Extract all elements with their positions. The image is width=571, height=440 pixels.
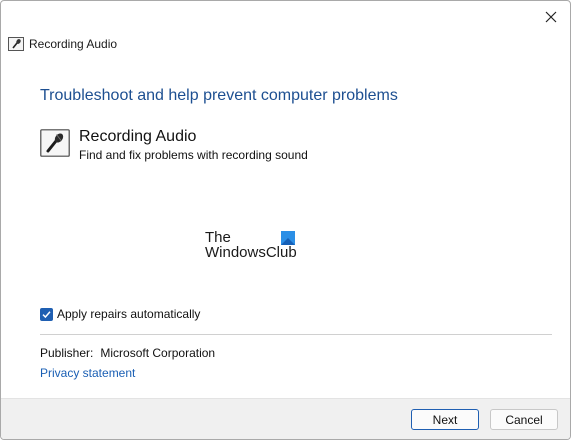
watermark-line2: WindowsClub — [205, 244, 297, 261]
watermark-logo: The WindowsClub — [205, 229, 301, 263]
publisher-label: Publisher: — [40, 346, 94, 360]
troubleshooter-description: Find and fix problems with recording sou… — [79, 148, 308, 162]
divider — [40, 334, 552, 335]
publisher-info: Publisher: Microsoft Corporation — [40, 346, 215, 360]
troubleshooter-name: Recording Audio — [79, 128, 197, 145]
page-heading: Troubleshoot and help prevent computer p… — [40, 87, 398, 104]
window-title: Recording Audio — [29, 37, 118, 51]
privacy-statement-link[interactable]: Privacy statement — [40, 366, 135, 380]
checkbox-checked-icon[interactable] — [40, 307, 53, 321]
cancel-button[interactable]: Cancel — [490, 409, 558, 430]
title-bar: Recording Audio — [8, 37, 117, 51]
microphone-icon — [8, 37, 24, 51]
footer-bar: Next Cancel — [1, 398, 570, 439]
close-icon — [545, 11, 557, 23]
publisher-value: Microsoft Corporation — [100, 346, 216, 360]
troubleshooter-item: Recording Audio Find and fix problems wi… — [40, 127, 308, 162]
close-button[interactable] — [536, 5, 566, 29]
apply-repairs-label: Apply repairs automatically — [57, 307, 201, 321]
next-button[interactable]: Next — [411, 409, 479, 430]
troubleshooter-window: Recording Audio Troubleshoot and help pr… — [0, 0, 571, 440]
apply-repairs-checkbox[interactable]: Apply repairs automatically — [40, 307, 200, 321]
microphone-icon — [40, 129, 70, 157]
windows-logo-icon — [281, 231, 295, 245]
